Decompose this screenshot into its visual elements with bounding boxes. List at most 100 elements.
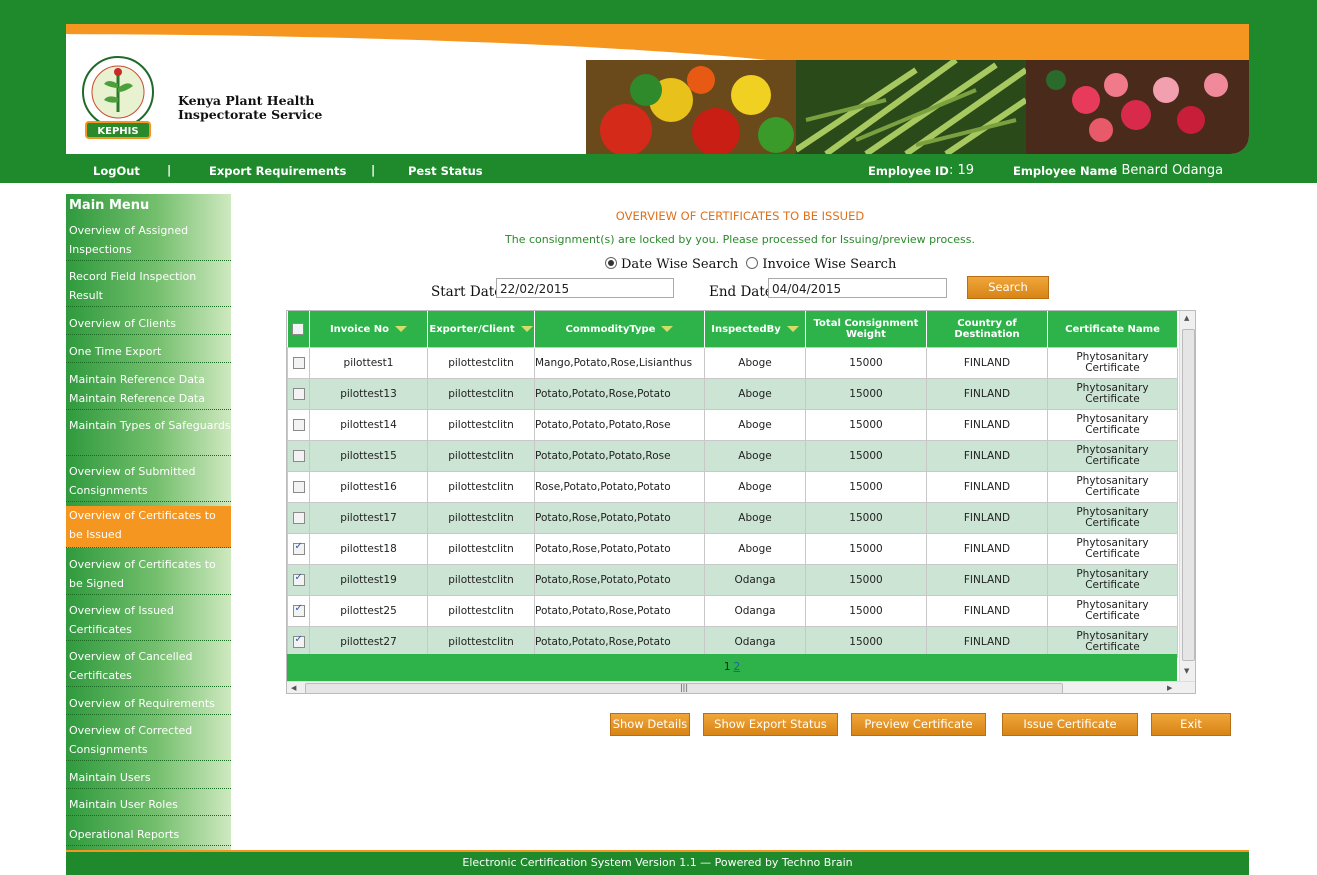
page-title: OVERVIEW OF CERTIFICATES TO BE ISSUED — [615, 209, 865, 223]
inspected-by-cell: Aboge — [704, 347, 806, 379]
scroll-down-icon[interactable]: ▼ — [1184, 667, 1189, 675]
sidebar-item-assigned-inspections[interactable]: Overview of Assigned Inspections — [66, 221, 231, 261]
sidebar-item-issued-certificates[interactable]: Overview of Issued Certificates — [66, 601, 231, 641]
sidebar-item-maintain-user-roles[interactable]: Maintain User Roles — [66, 795, 231, 816]
weight-cell: 15000 — [805, 502, 927, 534]
table-row[interactable]: pilottest19pilottestclitnPotato,Rose,Pot… — [287, 564, 1178, 596]
start-date-input[interactable]: 22/02/2015 — [496, 278, 674, 298]
row-select-cell — [287, 626, 310, 658]
nav-separator: | — [167, 163, 172, 177]
sidebar-item-maintain-users[interactable]: Maintain Users — [66, 768, 231, 789]
commodity-cell: Potato,Rose,Potato,Potato — [534, 502, 705, 534]
vertical-scrollbar[interactable]: ▲ ▼ — [1179, 311, 1195, 681]
certificate-cell: Phytosanitary Certificate — [1047, 471, 1178, 503]
sidebar-item-certificates-to-be-issued[interactable]: Overview of Certificates to be Issued — [66, 506, 231, 548]
sidebar-item-reference-data[interactable]: Maintain Reference Data Maintain Referen… — [66, 370, 231, 410]
sidebar-item-field-inspection[interactable]: Record Field Inspection Result — [66, 267, 231, 307]
row-checkbox[interactable] — [292, 572, 305, 586]
inspected-by-cell: Aboge — [704, 502, 806, 534]
sidebar-item-cancelled-certificates[interactable]: Overview of Cancelled Certificates — [66, 647, 231, 687]
column-header-inspected-by[interactable]: InspectedBy — [704, 311, 806, 348]
footer: Electronic Certification System Version … — [66, 850, 1249, 875]
table-row[interactable]: pilottest17 pilottestclitn Potato,Rose,Pot… — [287, 502, 1178, 534]
weight-cell: 15000 — [805, 440, 927, 472]
search-button[interactable]: Search — [967, 276, 1049, 299]
end-date-label: End Date — [709, 284, 773, 300]
certificate-cell: Phytosanitary Certificate — [1047, 502, 1178, 534]
issue-certificate-button[interactable]: Issue Certificate — [1002, 713, 1138, 736]
row-checkbox[interactable] — [292, 634, 305, 648]
table-row[interactable]: pilottest15 pilottestclitn Potato,Potato,P… — [287, 440, 1178, 472]
vertical-scroll-thumb[interactable] — [1182, 329, 1195, 661]
sidebar-item-certificates-to-be-signed[interactable]: Overview of Certificates to be Signed — [66, 555, 231, 595]
sidebar-item-operational-reports[interactable]: Operational Reports — [66, 825, 231, 846]
sort-arrow-icon — [786, 325, 799, 332]
certificate-cell: Phytosanitary Certificate — [1047, 595, 1178, 627]
table-row[interactable]: pilottest18pilottestclitnPotato,Rose,Pot… — [287, 533, 1178, 565]
row-checkbox[interactable] — [292, 481, 305, 493]
sidebar: Main Menu Overview of Assigned Inspectio… — [66, 194, 231, 850]
scroll-up-icon[interactable]: ▲ — [1184, 314, 1189, 322]
weight-cell: 15000 — [805, 471, 927, 503]
logo-text: KEPHIS — [97, 126, 138, 137]
table-row[interactable]: pilottest13 pilottestclitn Potato,Potato,R… — [287, 378, 1178, 410]
pager-page-link[interactable]: 2 — [734, 661, 741, 673]
country-cell: FINLAND — [926, 409, 1048, 441]
start-date-label: Start Date — [431, 284, 503, 300]
logout-link[interactable]: LogOut — [93, 164, 140, 178]
certificate-cell: Phytosanitary Certificate — [1047, 626, 1178, 658]
flowers-photo — [1026, 60, 1249, 154]
client-cell: pilottestclitn — [427, 471, 535, 503]
certificate-cell: Phytosanitary Certificate — [1047, 564, 1178, 596]
column-header-commodity[interactable]: CommodityType — [534, 311, 705, 348]
horizontal-scroll-thumb[interactable]: ||| — [305, 683, 1063, 693]
sort-arrow-icon — [661, 325, 674, 332]
export-requirements-link[interactable]: Export Requirements — [209, 164, 346, 178]
table-row[interactable]: pilottest27pilottestclitnPotato,Potato,R… — [287, 626, 1178, 658]
table-row[interactable]: pilottest25pilottestclitnPotato,Potato,R… — [287, 595, 1178, 627]
exit-button[interactable]: Exit — [1151, 713, 1231, 736]
row-checkbox[interactable] — [292, 450, 305, 462]
row-checkbox[interactable] — [292, 512, 305, 524]
country-cell: FINLAND — [926, 564, 1048, 596]
preview-certificate-button[interactable]: Preview Certificate — [851, 713, 986, 736]
client-cell: pilottestclitn — [427, 533, 535, 565]
select-all-checkbox[interactable] — [292, 323, 305, 335]
row-checkbox[interactable] — [292, 603, 305, 617]
column-header-invoice[interactable]: Invoice No — [309, 311, 428, 348]
sidebar-item-one-time-export[interactable]: One Time Export — [66, 342, 231, 363]
employee-name-label: Employee Name — [1013, 164, 1118, 178]
show-details-button[interactable]: Show Details — [610, 713, 690, 736]
date-wise-label: Date Wise Search — [621, 257, 739, 272]
table-row[interactable]: pilottest14 pilottestclitn Potato,Potato,P… — [287, 409, 1178, 441]
scroll-left-icon[interactable]: ◀ — [291, 684, 296, 692]
show-export-status-button[interactable]: Show Export Status — [703, 713, 838, 736]
sidebar-item-clients[interactable]: Overview of Clients — [66, 314, 231, 335]
weight-cell: 15000 — [805, 595, 927, 627]
weight-cell: 15000 — [805, 564, 927, 596]
sidebar-item-corrected-consignments[interactable]: Overview of Corrected Consignments — [66, 721, 231, 761]
end-date-input[interactable]: 04/04/2015 — [768, 278, 947, 298]
invoice-cell: pilottest1 — [309, 347, 428, 379]
column-header-client[interactable]: Exporter/Client — [427, 311, 535, 348]
inspected-by-cell: Odanga — [704, 564, 806, 596]
table-row[interactable]: pilottest16 pilottestclitn Rose,Potato,Pot… — [287, 471, 1178, 503]
commodity-cell: Mango,Potato,Rose,Lisianthus — [534, 347, 705, 379]
commodity-cell: Potato,Rose,Potato,Potato — [534, 533, 705, 565]
date-wise-radio[interactable] — [605, 257, 617, 269]
scroll-right-icon[interactable]: ▶ — [1167, 684, 1172, 692]
row-checkbox[interactable] — [292, 357, 305, 369]
invoice-wise-radio[interactable] — [746, 257, 759, 269]
row-checkbox[interactable] — [292, 541, 305, 555]
horizontal-scrollbar[interactable]: ◀ ||| ▶ — [287, 681, 1195, 693]
vegetables-photo — [586, 60, 796, 154]
sidebar-item-requirements[interactable]: Overview of Requirements — [66, 694, 231, 715]
country-cell: FINLAND — [926, 378, 1048, 410]
pest-status-link[interactable]: Pest Status — [408, 164, 483, 178]
sidebar-item-safeguards[interactable]: Maintain Types of Safeguards — [66, 416, 231, 456]
table-row[interactable]: pilottest1 pilottestclitn Mango,Potato,Ros… — [287, 347, 1178, 379]
table-body: pilottest1 pilottestclitn Mango,Potato,Ros… — [287, 347, 1178, 658]
row-checkbox[interactable] — [292, 419, 305, 431]
row-checkbox[interactable] — [292, 388, 305, 400]
sidebar-item-submitted-consignments[interactable]: Overview of Submitted Consignments — [66, 462, 231, 502]
